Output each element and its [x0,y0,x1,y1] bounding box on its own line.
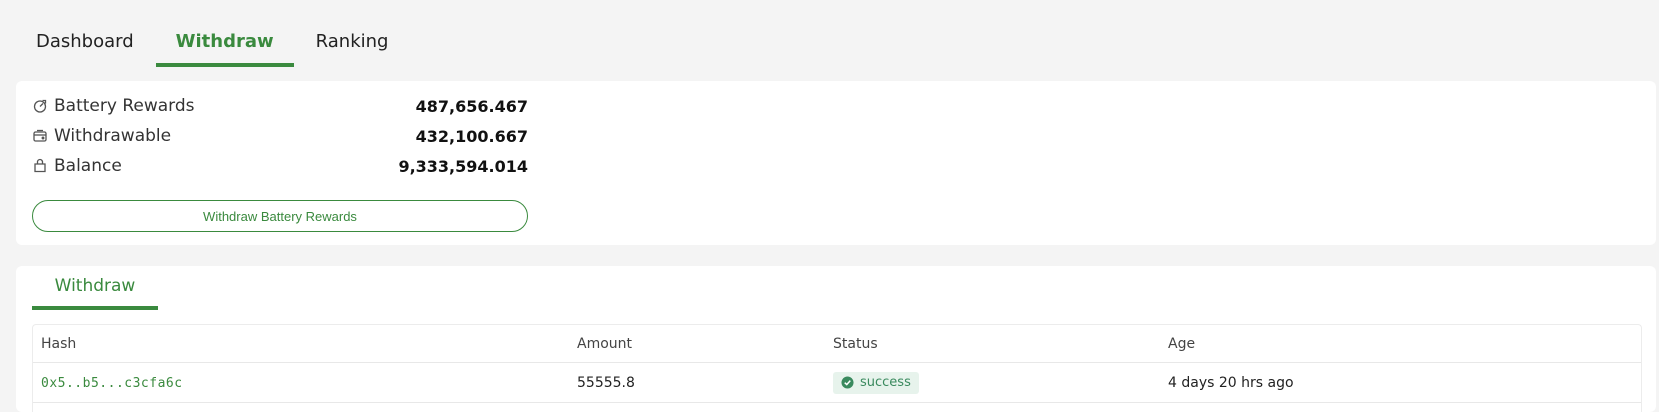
withdrawable-wallet-icon [32,128,48,144]
withdraw-table: Hash Amount Status Age 0x5..b5...c3cfa6c… [32,324,1642,412]
status-badge: success [833,371,919,394]
check-circle-icon [841,376,854,389]
withdraw-battery-rewards-button[interactable]: Withdraw Battery Rewards [32,200,528,232]
battery-reward-icon [32,98,48,114]
rewards-summary-card: Battery Rewards 487,656.467 Withdrawable… [16,81,1656,245]
main-tabs: Dashboard Withdraw Ranking [16,20,410,68]
stat-value: 432,100.667 [415,126,528,146]
stat-balance: Balance 9,333,594.014 [32,153,528,179]
balance-bag-icon [32,158,48,174]
stat-battery-rewards: Battery Rewards 487,656.467 [32,93,528,119]
tab-withdraw-history[interactable]: Withdraw [32,266,158,310]
stat-label: Withdrawable [54,126,172,146]
table-row: 0x5..b5...c3cfa6c 55555.8 success 4 days… [33,363,1641,403]
stat-value: 487,656.467 [415,96,528,116]
tx-hash-link[interactable]: 0x5..b5...c3cfa6c [41,376,183,391]
status-text: success [860,375,911,390]
column-age: Age [1168,335,1196,352]
stat-value: 9,333,594.014 [398,156,528,176]
amount-cell: 55555.8 [577,374,635,391]
tab-ranking[interactable]: Ranking [296,20,409,67]
tab-dashboard[interactable]: Dashboard [16,20,154,67]
column-hash: Hash [41,335,77,352]
tab-withdraw[interactable]: Withdraw [155,20,294,67]
withdraw-history-card: Withdraw Hash Amount Status Age 0x5..b5.… [16,266,1656,412]
column-status: Status [833,335,878,352]
stat-withdrawable: Withdrawable 432,100.667 [32,123,528,149]
stat-label: Battery Rewards [54,96,195,116]
table-header: Hash Amount Status Age [33,325,1641,363]
column-amount: Amount [577,335,633,352]
stat-label: Balance [54,156,122,176]
age-cell: 4 days 20 hrs ago [1168,374,1294,391]
